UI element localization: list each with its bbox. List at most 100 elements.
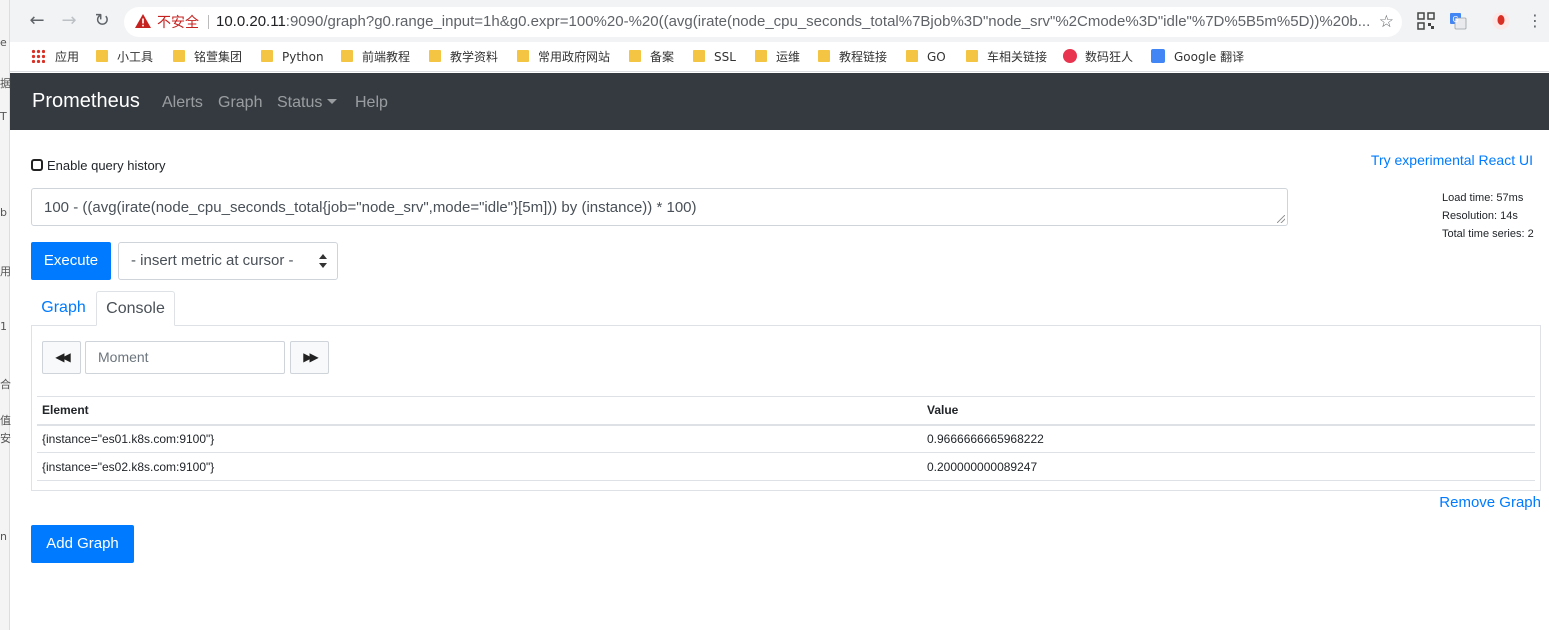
qr-code-icon[interactable] <box>1417 12 1435 30</box>
bookmark-label: SSL <box>714 50 736 64</box>
expression-input[interactable]: 100 - ((avg(irate(node_cpu_seconds_total… <box>31 188 1288 226</box>
react-ui-link[interactable]: Try experimental React UI <box>1371 152 1533 168</box>
add-graph-button[interactable]: Add Graph <box>31 525 134 563</box>
checkbox[interactable] <box>31 159 43 171</box>
omnibox-divider <box>208 15 209 29</box>
bookmark-folder[interactable]: 小工具 <box>96 48 153 66</box>
bookmark-folder[interactable]: 教学资料 <box>429 48 498 66</box>
bookmark-label: GO <box>927 50 946 64</box>
table-header-row: Element Value <box>37 396 1535 426</box>
tab-console[interactable]: Console <box>96 291 175 326</box>
bookmark-label: Python <box>282 50 324 64</box>
bookmark-label: Google 翻译 <box>1174 50 1245 64</box>
apps-grid-icon <box>31 49 45 63</box>
url-text: 10.0.20.11:9090/graph?g0.range_input=1h&… <box>216 7 1370 37</box>
step-forward-button[interactable]: ▶▶ <box>290 341 329 374</box>
insert-metric-select[interactable]: - insert metric at cursor - <box>118 242 338 280</box>
step-back-button[interactable]: ◀◀ <box>42 341 81 374</box>
bookmark-folder[interactable]: 常用政府网站 <box>517 48 610 66</box>
bookmark-link[interactable]: 数码狂人 <box>1063 48 1133 66</box>
table-row: {instance="es02.k8s.com:9100"} 0.2000000… <box>37 452 1535 481</box>
folder-icon <box>906 50 918 62</box>
back-arrow-icon[interactable]: ← <box>26 10 48 32</box>
bookmark-label: 运维 <box>776 50 801 64</box>
sliver-char: 据 <box>0 77 11 90</box>
browser-toolbar: ← → ↻ 不安全 10.0.20.11:9090/graph?g0.range… <box>0 0 1549 42</box>
sliver-char: e <box>0 36 7 49</box>
folder-icon <box>173 50 185 62</box>
bookmark-star-icon[interactable]: ☆ <box>1379 7 1394 37</box>
nav-alerts[interactable]: Alerts <box>162 94 203 112</box>
bookmark-apps[interactable]: 应用 <box>31 48 79 66</box>
total-time-series: Total time series: 2 <box>1442 228 1534 240</box>
prometheus-navbar: Prometheus Alerts Graph Status Help <box>10 73 1549 130</box>
bookmark-link[interactable]: Google 翻译 <box>1151 48 1244 66</box>
column-header-element: Element <box>37 396 922 426</box>
bookmark-folder[interactable]: 车相关链接 <box>966 48 1047 66</box>
bookmark-folder[interactable]: GO <box>906 48 946 66</box>
url-path: :9090/graph?g0.range_input=1h&g0.expr=10… <box>285 13 1371 30</box>
moment-input[interactable]: Moment <box>85 341 285 374</box>
bookmark-folder[interactable]: Python <box>261 48 324 66</box>
sliver-char: n <box>0 530 7 543</box>
nav-status-dropdown[interactable]: Status <box>277 94 338 112</box>
address-bar[interactable]: 不安全 10.0.20.11:9090/graph?g0.range_input… <box>124 7 1402 37</box>
nav-status-label: Status <box>277 94 323 111</box>
value-cell: 0.9666666665968222 <box>922 424 1535 453</box>
sliver-char: 用 <box>0 265 11 278</box>
table-row: {instance="es01.k8s.com:9100"} 0.9666666… <box>37 424 1535 453</box>
url-host: 10.0.20.11 <box>216 13 286 30</box>
bookmark-label: 车相关链接 <box>987 50 1048 64</box>
bookmark-folder[interactable]: 前端教程 <box>341 48 410 66</box>
element-cell: {instance="es02.k8s.com:9100"} <box>37 452 922 481</box>
nav-graph[interactable]: Graph <box>218 94 262 112</box>
insecure-label: 不安全 <box>157 14 199 30</box>
remove-graph-link[interactable]: Remove Graph <box>1439 494 1541 511</box>
tab-graph[interactable]: Graph <box>31 291 96 326</box>
execute-button[interactable]: Execute <box>31 242 111 280</box>
nav-help[interactable]: Help <box>355 94 388 112</box>
bookmark-label: 应用 <box>55 50 80 64</box>
bookmark-folder[interactable]: 铭萱集团 <box>173 48 242 66</box>
reload-icon[interactable]: ↻ <box>91 10 113 32</box>
bookmark-label: 铭萱集团 <box>194 50 243 64</box>
bookmark-folder[interactable]: 教程链接 <box>818 48 887 66</box>
metric-select-label: - insert metric at cursor - <box>131 252 294 269</box>
play-circle-icon <box>1063 49 1077 63</box>
bookmarks-bar: 应用 小工具 铭萱集团 Python 前端教程 教学资料 常用政府网站 备案 S… <box>0 42 1549 72</box>
sliver-char: 1 <box>0 320 7 333</box>
element-cell: {instance="es01.k8s.com:9100"} <box>37 424 922 453</box>
query-stats: Load time: 57ms Resolution: 14s Total ti… <box>1442 189 1534 243</box>
browser-menu-icon[interactable]: ⋮ <box>1524 10 1546 32</box>
folder-icon <box>693 50 705 62</box>
profile-avatar-icon[interactable] <box>1492 12 1510 30</box>
brand-logo-text[interactable]: Prometheus <box>32 90 140 113</box>
resolution: Resolution: 14s <box>1442 210 1518 222</box>
translate-icon[interactable]: G <box>1449 12 1467 30</box>
folder-icon <box>341 50 353 62</box>
folder-icon <box>966 50 978 62</box>
bookmark-label: 备案 <box>650 50 675 64</box>
folder-icon <box>96 50 108 62</box>
background-window-edge: e 据 T b 用 1 合 值 安 n <box>0 0 11 630</box>
query-history-toggle[interactable]: Enable query history <box>31 158 166 173</box>
bookmark-label: 常用政府网站 <box>538 50 611 64</box>
column-header-value: Value <box>922 396 1535 426</box>
svg-text:G: G <box>1453 15 1459 24</box>
forward-arrow-icon[interactable]: → <box>58 10 80 32</box>
bookmark-label: 数码狂人 <box>1085 50 1134 64</box>
google-translate-icon <box>1151 49 1165 63</box>
load-time: Load time: 57ms <box>1442 192 1524 204</box>
folder-icon <box>261 50 273 62</box>
folder-icon <box>755 50 767 62</box>
bookmark-folder[interactable]: 运维 <box>755 48 800 66</box>
bookmark-folder[interactable]: SSL <box>693 48 736 66</box>
folder-icon <box>629 50 641 62</box>
resize-grip-icon[interactable] <box>1277 215 1285 223</box>
expression-text: 100 - ((avg(irate(node_cpu_seconds_total… <box>44 199 697 216</box>
sliver-char: 合 <box>0 378 11 391</box>
sliver-char: b <box>0 206 7 219</box>
select-arrows-icon <box>319 254 327 268</box>
bookmark-folder[interactable]: 备案 <box>629 48 674 66</box>
query-history-label: Enable query history <box>47 158 166 173</box>
